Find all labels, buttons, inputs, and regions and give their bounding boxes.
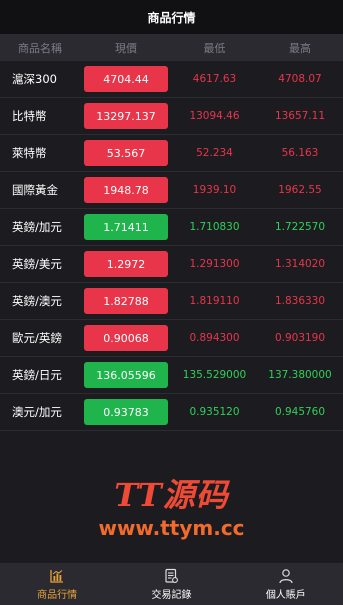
quote-list: 滬深300 4704.44 4617.63 4708.07 比特幣 13297.137 13… <box>0 61 343 431</box>
table-row[interactable]: 歐元/英鎊 0.90068 0.894300 0.903190 <box>0 320 343 357</box>
low-price: 1.819110 <box>189 295 240 307</box>
symbol-name: 英鎊/美元 <box>12 257 62 271</box>
table-row[interactable]: 英鎊/澳元 1.82788 1.819110 1.836330 <box>0 283 343 320</box>
high-price: 13657.11 <box>274 110 326 122</box>
low-price: 0.935120 <box>189 406 240 418</box>
column-name-header: 商品名稱 <box>18 41 62 55</box>
price-cell: 4704.44 <box>80 66 172 92</box>
table-row[interactable]: 英鎊/美元 1.2972 1.291300 1.314020 <box>0 246 343 283</box>
price-cell: 1.2972 <box>80 251 172 277</box>
low-price: 52.234 <box>196 147 233 159</box>
price-cell: 1948.78 <box>80 177 172 203</box>
current-price-badge[interactable]: 13297.137 <box>84 103 168 129</box>
tab-market-label: 商品行情 <box>37 589 78 601</box>
table-row[interactable]: 滬深300 4704.44 4617.63 4708.07 <box>0 61 343 98</box>
low-price: 13094.46 <box>189 110 240 122</box>
symbol-name: 比特幣 <box>12 109 47 123</box>
column-low-header: 最低 <box>203 41 226 55</box>
high-price: 0.945760 <box>274 406 326 418</box>
high-price: 1.314020 <box>274 258 326 270</box>
current-price-badge[interactable]: 1.71411 <box>84 214 168 240</box>
price-cell: 1.71411 <box>80 214 172 240</box>
low-price: 4617.63 <box>192 73 237 85</box>
low-price: 1939.10 <box>192 184 237 196</box>
table-row[interactable]: 澳元/加元 0.93783 0.935120 0.945760 <box>0 394 343 431</box>
symbol-name: 歐元/英鎊 <box>12 331 62 345</box>
current-price-badge[interactable]: 136.05596 <box>84 362 168 388</box>
bottom-tab-bar: 商品行情 交易記錄 個人賬戶 <box>0 563 343 605</box>
chart-icon <box>50 569 64 583</box>
price-cell: 0.93783 <box>80 399 172 425</box>
table-row[interactable]: 比特幣 13297.137 13094.46 13657.11 <box>0 98 343 135</box>
tab-trade-records-label: 交易記錄 <box>151 589 192 601</box>
symbol-name: 英鎊/澳元 <box>12 294 62 308</box>
page-title: 商品行情 <box>147 10 196 25</box>
current-price-badge[interactable]: 4704.44 <box>84 66 168 92</box>
current-price-badge[interactable]: 0.90068 <box>84 325 168 351</box>
price-cell: 53.567 <box>80 140 172 166</box>
column-high-header: 最高 <box>289 41 311 55</box>
symbol-name: 英鎊/加元 <box>12 220 62 234</box>
watermark-url: www.ttym.cc <box>98 516 245 540</box>
watermark-logo: TT源码 <box>114 476 229 514</box>
document-icon <box>165 568 179 583</box>
low-price: 1.710830 <box>189 221 240 233</box>
table-row[interactable]: 英鎊/加元 1.71411 1.710830 1.722570 <box>0 209 343 246</box>
high-price: 1.722570 <box>274 221 326 233</box>
column-header: 商品名稱 現價 最低 最高 <box>0 34 343 61</box>
header-bar: 商品行情 <box>0 0 343 34</box>
high-price: 137.380000 <box>268 369 332 381</box>
table-row[interactable]: 國際黃金 1948.78 1939.10 1962.55 <box>0 172 343 209</box>
current-price-badge[interactable]: 1.2972 <box>84 251 168 277</box>
symbol-name: 英鎊/日元 <box>12 368 62 382</box>
high-price: 0.903190 <box>274 332 326 344</box>
low-price: 1.291300 <box>189 258 240 270</box>
symbol-name: 澳元/加元 <box>12 405 62 419</box>
tab-account[interactable]: 個人賬戶 <box>229 563 343 605</box>
tab-market[interactable]: 商品行情 <box>0 563 114 605</box>
user-icon <box>279 568 293 583</box>
tab-trade-records[interactable]: 交易記錄 <box>114 563 228 605</box>
high-price: 56.163 <box>281 147 319 159</box>
symbol-name: 國際黃金 <box>12 183 58 197</box>
price-cell: 0.90068 <box>80 325 172 351</box>
high-price: 1.836330 <box>274 295 326 307</box>
tab-account-label: 個人賬戶 <box>265 589 306 601</box>
low-price: 0.894300 <box>189 332 240 344</box>
table-row[interactable]: 英鎊/日元 136.05596 135.529000 137.380000 <box>0 357 343 394</box>
high-price: 1962.55 <box>278 184 322 196</box>
symbol-name: 滬深300 <box>12 72 57 86</box>
price-cell: 136.05596 <box>80 362 172 388</box>
price-cell: 13297.137 <box>80 103 172 129</box>
table-row[interactable]: 萊特幣 53.567 52.234 56.163 <box>0 135 343 172</box>
watermark: TT源码 www.ttym.cc <box>0 470 343 540</box>
current-price-badge[interactable]: 53.567 <box>84 140 168 166</box>
current-price-badge[interactable]: 1948.78 <box>84 177 168 203</box>
high-price: 4708.07 <box>278 73 322 85</box>
column-price-header: 現價 <box>115 41 137 55</box>
price-cell: 1.82788 <box>80 288 172 314</box>
low-price: 135.529000 <box>182 369 247 381</box>
current-price-badge[interactable]: 1.82788 <box>84 288 168 314</box>
current-price-badge[interactable]: 0.93783 <box>84 399 168 425</box>
symbol-name: 萊特幣 <box>12 146 47 160</box>
app: 商品行情 商品名稱 現價 最低 最高 滬深300 4704.44 4617.63 47… <box>0 0 343 605</box>
